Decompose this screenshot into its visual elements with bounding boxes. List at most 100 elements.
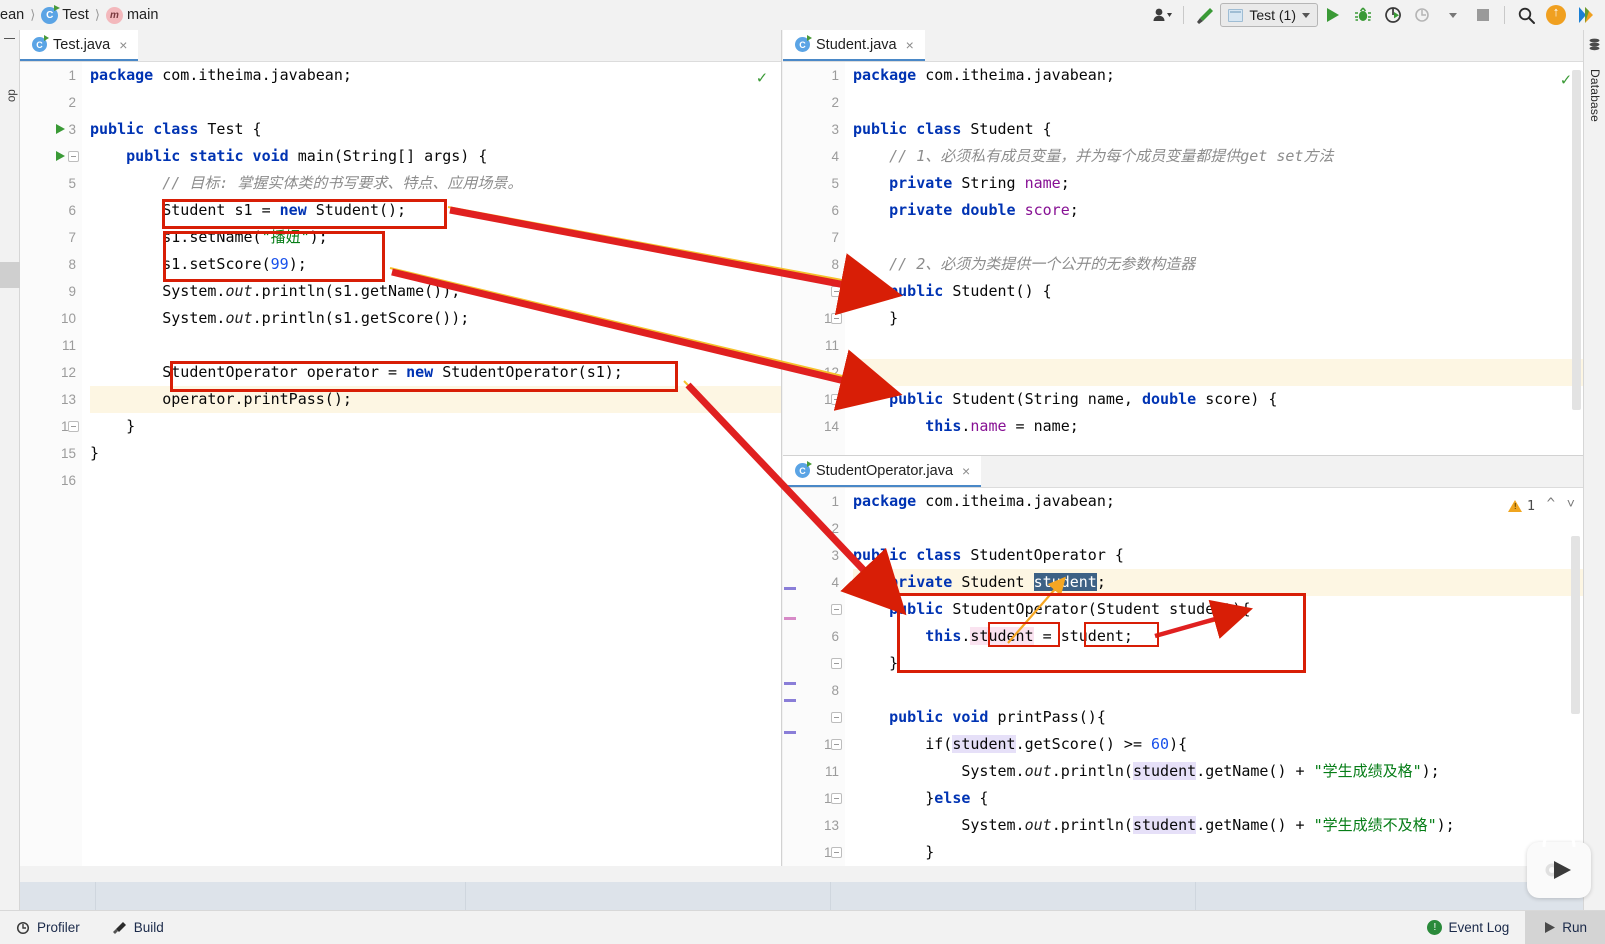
stop-button[interactable] — [1468, 2, 1498, 28]
user-account-icon[interactable] — [1147, 2, 1177, 28]
breadcrumb-item-class[interactable]: Test — [62, 7, 89, 23]
code-line[interactable] — [90, 332, 781, 359]
line-number[interactable]: 8 — [20, 251, 82, 278]
line-number[interactable]: 13 — [20, 386, 82, 413]
code-line[interactable]: } — [853, 839, 1583, 866]
code-line[interactable] — [853, 677, 1583, 704]
code-line[interactable]: operator.printPass(); — [90, 386, 781, 413]
code-line[interactable]: } — [853, 650, 1583, 677]
tab-test-java[interactable]: C Test.java × — [20, 30, 139, 61]
line-number[interactable]: 5 — [783, 170, 845, 197]
search-everywhere-button[interactable] — [1511, 2, 1541, 28]
line-number[interactable]: 7 — [20, 224, 82, 251]
code-line[interactable] — [90, 467, 781, 494]
line-number[interactable]: 4 — [20, 143, 82, 170]
code-line[interactable]: System.out.println(s1.getName()); — [90, 278, 781, 305]
fold-toggle-icon[interactable] — [831, 604, 842, 615]
code-area-operator[interactable]: 1234567891011121314 package com.itheima.… — [783, 488, 1583, 866]
code-line[interactable]: public class StudentOperator { — [853, 542, 1583, 569]
line-number[interactable]: 6 — [783, 197, 845, 224]
code-line[interactable]: if(student.getScore() >= 60){ — [853, 731, 1583, 758]
code-line[interactable]: private double score; — [853, 197, 1583, 224]
code-line[interactable]: s1.setName("播妞"); — [90, 224, 781, 251]
code-line[interactable]: public void printPass(){ — [853, 704, 1583, 731]
breadcrumb-item-package[interactable]: ean — [0, 7, 24, 23]
line-number[interactable]: 9 — [783, 704, 845, 731]
code-line[interactable]: public Student(String name, double score… — [853, 386, 1583, 413]
code-line[interactable] — [853, 89, 1583, 116]
statusbar-build[interactable]: Build — [96, 920, 180, 935]
scrollbar-student[interactable] — [1572, 70, 1581, 410]
code-line[interactable]: } — [90, 413, 781, 440]
code-line[interactable]: public StudentOperator(Student student){ — [853, 596, 1583, 623]
database-icon[interactable] — [1588, 38, 1601, 51]
fold-toggle-icon[interactable] — [831, 793, 842, 804]
close-icon[interactable]: × — [962, 463, 970, 479]
line-number[interactable]: 10 — [20, 305, 82, 332]
floating-run-widget[interactable] — [1527, 833, 1591, 898]
code-line[interactable]: package com.itheima.javabean; — [853, 488, 1583, 515]
line-number[interactable]: 1 — [783, 62, 845, 89]
line-number[interactable]: 11 — [783, 332, 845, 359]
code-line[interactable]: // 1、必须私有成员变量，并为每个成员变量都提供get set方法 — [853, 143, 1583, 170]
line-number[interactable]: 6 — [783, 623, 845, 650]
code-line[interactable] — [853, 332, 1583, 359]
debug-button[interactable] — [1348, 2, 1378, 28]
line-number[interactable]: 11 — [20, 332, 82, 359]
code-line[interactable]: package com.itheima.javabean; — [90, 62, 781, 89]
fold-toggle-icon[interactable] — [831, 286, 842, 297]
code-line[interactable]: private Student student; — [853, 569, 1583, 596]
collapse-icon[interactable] — [4, 38, 15, 39]
run-configuration-selector[interactable]: Test (1) — [1220, 3, 1318, 27]
line-number[interactable]: 3 — [783, 542, 845, 569]
fold-toggle-icon[interactable] — [68, 421, 79, 432]
line-number[interactable]: 12 — [783, 785, 845, 812]
line-number[interactable]: 16 — [20, 467, 82, 494]
line-number[interactable]: 11 — [783, 758, 845, 785]
code-line[interactable]: this.student = student; — [853, 623, 1583, 650]
chevron-down-icon[interactable]: ˅ — [1567, 496, 1575, 513]
run-with-coverage-button[interactable] — [1378, 2, 1408, 28]
left-rail-label[interactable]: op — [6, 62, 18, 102]
code-line[interactable]: StudentOperator operator = new StudentOp… — [90, 359, 781, 386]
code-line[interactable]: Student s1 = new Student(); — [90, 197, 781, 224]
gutter-test[interactable]: 12345678910111213141516 — [20, 62, 82, 866]
line-number[interactable]: 6 — [20, 197, 82, 224]
code-line[interactable]: System.out.println(student.getName() + "… — [853, 812, 1583, 839]
line-number[interactable]: 3 — [783, 116, 845, 143]
inspection-warning-widget[interactable]: 1 — [1507, 498, 1535, 514]
line-number[interactable]: 10 — [783, 731, 845, 758]
gutter-student[interactable]: 1234567891011121314 — [783, 62, 845, 455]
code-line[interactable]: // 2、必须为类提供一个公开的无参数构造器 — [853, 251, 1583, 278]
code-area-student[interactable]: 1234567891011121314 package com.itheima.… — [783, 62, 1583, 455]
line-number[interactable]: 14 — [20, 413, 82, 440]
statusbar-profiler[interactable]: Profiler — [0, 920, 96, 935]
code-line[interactable]: } — [853, 305, 1583, 332]
bottom-tool-strip[interactable] — [20, 882, 1583, 910]
fold-toggle-icon[interactable] — [68, 151, 79, 162]
code-line[interactable]: public class Student { — [853, 116, 1583, 143]
line-number[interactable]: 2 — [20, 89, 82, 116]
run-gutter-icon[interactable] — [56, 151, 65, 161]
gutter-operator[interactable]: 1234567891011121314 — [783, 488, 845, 866]
code-lines-student[interactable]: package com.itheima.javabean; public cla… — [845, 62, 1583, 455]
line-number[interactable]: 7 — [783, 650, 845, 677]
statusbar-run-tab[interactable]: Run — [1525, 910, 1605, 944]
inspection-status-ok[interactable]: ✓ — [757, 68, 767, 88]
code-line[interactable]: } — [90, 440, 781, 467]
left-rail-handle[interactable] — [0, 262, 20, 288]
close-icon[interactable]: × — [906, 37, 914, 53]
statusbar-event-log[interactable]: ! Event Log — [1411, 920, 1525, 935]
fold-toggle-icon[interactable] — [831, 394, 842, 405]
fold-toggle-icon[interactable] — [831, 712, 842, 723]
code-lines-test[interactable]: package com.itheima.javabean; public cla… — [82, 62, 781, 866]
code-line[interactable] — [853, 224, 1583, 251]
update-project-button[interactable] — [1541, 2, 1571, 28]
profiler-dropdown[interactable] — [1438, 2, 1468, 28]
line-number[interactable]: 10 — [783, 305, 845, 332]
run-button[interactable] — [1318, 2, 1348, 28]
code-line[interactable]: s1.setScore(99); — [90, 251, 781, 278]
line-number[interactable]: 9 — [20, 278, 82, 305]
profiler-button[interactable] — [1408, 2, 1438, 28]
line-number[interactable]: 7 — [783, 224, 845, 251]
